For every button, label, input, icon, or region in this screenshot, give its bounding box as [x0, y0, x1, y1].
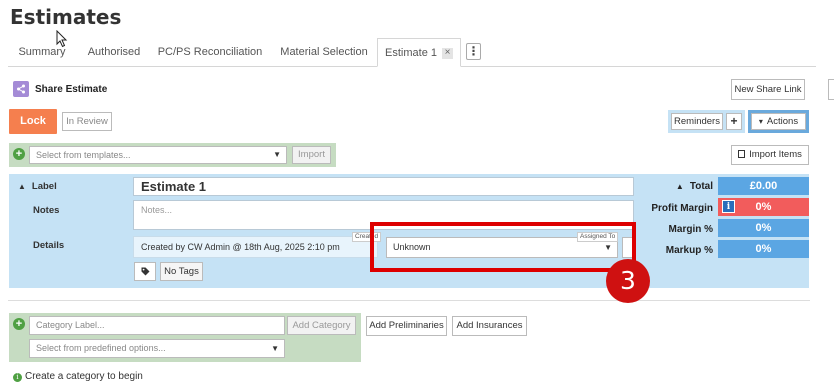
- section-divider: [8, 300, 810, 301]
- label-heading[interactable]: ▲ Label: [18, 181, 57, 192]
- margin-percent-label: Margin %: [668, 224, 713, 235]
- mouse-cursor-icon: [56, 30, 68, 48]
- caret-up-icon: ▲: [18, 182, 26, 191]
- total-label-text: Total: [689, 181, 713, 192]
- import-items-button[interactable]: Import Items: [731, 145, 809, 165]
- tab-label: Material Selection: [280, 46, 368, 58]
- notes-heading: Notes: [33, 205, 60, 216]
- lock-button[interactable]: Lock: [9, 109, 57, 134]
- profit-margin-value: i 0%: [718, 198, 809, 216]
- category-hint: i Create a category to begin: [13, 371, 143, 382]
- chevron-down-icon: ▼: [271, 344, 279, 353]
- add-category-button[interactable]: Add Category: [287, 316, 356, 335]
- tab-material-selection[interactable]: Material Selection: [274, 38, 374, 67]
- page-title: Estimates: [10, 5, 122, 29]
- tab-label: Estimate 1: [385, 47, 437, 59]
- in-review-status: In Review: [62, 112, 112, 131]
- total-label[interactable]: ▲ Total: [640, 181, 713, 192]
- profit-margin-label: Profit Margin: [651, 203, 713, 214]
- reminders-button[interactable]: Reminders: [671, 113, 723, 130]
- caret-up-icon: ▲: [675, 182, 684, 191]
- add-template-icon[interactable]: +: [13, 148, 25, 160]
- close-icon[interactable]: ×: [441, 47, 453, 59]
- add-preliminaries-button[interactable]: Add Preliminaries: [366, 316, 447, 336]
- import-button[interactable]: Import: [292, 146, 331, 164]
- highlight-box: [370, 222, 636, 272]
- created-by-field: Created by CW Admin @ 18th Aug, 2025 2:1…: [133, 236, 378, 258]
- share-estimate-label: Share Estimate: [35, 84, 108, 95]
- estimate-label-input[interactable]: Estimate 1: [133, 177, 634, 196]
- template-placeholder: Select from templates...: [36, 150, 131, 160]
- tab-pcps-reconciliation[interactable]: PC/PS Reconciliation: [154, 38, 266, 67]
- tab-label: PC/PS Reconciliation: [157, 46, 263, 58]
- predefined-options-select[interactable]: Select from predefined options... ▼: [29, 339, 285, 358]
- add-reminder-button[interactable]: +: [726, 113, 742, 130]
- add-category-icon[interactable]: +: [13, 318, 25, 330]
- add-insurances-button[interactable]: Add Insurances: [452, 316, 527, 336]
- tag-icon[interactable]: [134, 262, 156, 281]
- label-heading-text: Label: [31, 181, 57, 192]
- step-number-badge: 3: [606, 259, 650, 303]
- category-hint-text: Create a category to begin: [25, 371, 143, 382]
- document-icon: [738, 150, 746, 158]
- no-tags-label: No Tags: [160, 262, 203, 281]
- offscreen-button[interactable]: [828, 79, 834, 100]
- predefined-placeholder: Select from predefined options...: [36, 343, 166, 353]
- chevron-down-icon: ▼: [273, 150, 281, 159]
- actions-label: Actions: [766, 116, 799, 127]
- margin-percent-value: 0%: [718, 219, 809, 237]
- actions-button[interactable]: ▾ Actions: [751, 113, 806, 130]
- tab-label: Authorised: [87, 46, 141, 58]
- tab-bar: Summary Authorised PC/PS Reconciliation …: [8, 38, 816, 67]
- markup-percent-value: 0%: [718, 240, 809, 258]
- import-items-label: Import Items: [749, 149, 802, 160]
- markup-percent-label: Markup %: [665, 245, 713, 256]
- chevron-down-icon: ▾: [758, 117, 763, 126]
- info-icon: i: [13, 373, 22, 382]
- more-tabs-icon[interactable]: ⋮: [466, 43, 481, 60]
- category-label-input[interactable]: Category Label...: [29, 316, 285, 335]
- tab-authorised[interactable]: Authorised: [78, 38, 150, 67]
- profit-value-text: 0%: [755, 201, 772, 213]
- share-icon[interactable]: [13, 81, 29, 97]
- new-share-link-button[interactable]: New Share Link: [731, 79, 805, 100]
- tab-estimate-1[interactable]: Estimate 1 ×: [377, 38, 461, 67]
- template-select[interactable]: Select from templates... ▼: [29, 146, 287, 164]
- total-value: £0.00: [718, 177, 809, 195]
- info-icon[interactable]: i: [722, 200, 735, 213]
- details-heading: Details: [33, 240, 65, 251]
